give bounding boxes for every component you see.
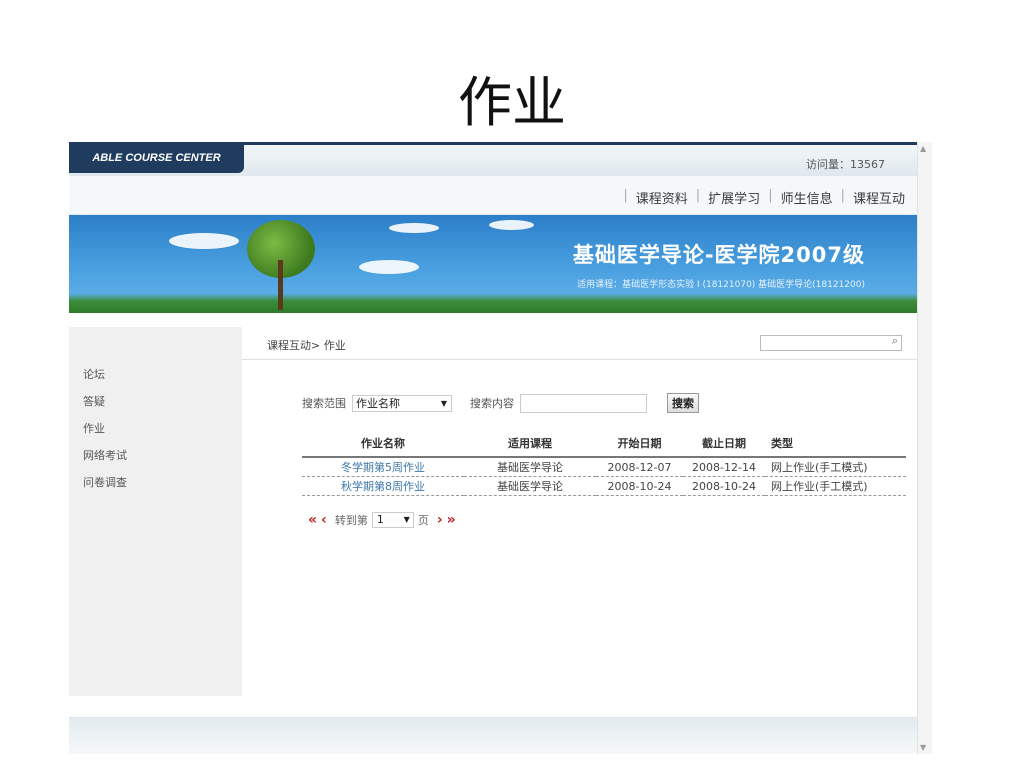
next-page-icon[interactable]: › <box>437 512 443 528</box>
page-select[interactable]: 1 ▼ <box>371 512 414 528</box>
course-banner: 基础医学导论-医学院2007级 适用课程：基础医学形态实验 I (1812107… <box>69 215 917 313</box>
page-footer <box>69 717 917 754</box>
page-select-value: 1 <box>376 513 384 526</box>
search-form: 搜索范围 作业名称 ▼ 搜索内容 搜索 <box>302 393 699 413</box>
nav-teacher-student-info[interactable]: 师生信息 <box>781 188 833 207</box>
scope-select[interactable]: 作业名称 ▼ <box>352 394 452 412</box>
homework-link[interactable]: 秋学期第8周作业 <box>302 476 464 496</box>
sidebar: 论坛 答疑 作业 网络考试 问卷调查 <box>69 327 242 696</box>
page-unit-label: 页 <box>417 514 429 527</box>
cloud-decoration <box>169 233 239 249</box>
cell-course: 基础医学导论 <box>464 476 596 496</box>
visit-counter: 访问量：13567 <box>806 158 885 171</box>
col-course: 适用课程 <box>464 430 596 458</box>
slide-title: 作业 <box>458 71 566 134</box>
cell-type: 网上作业(手工模式) <box>765 476 906 496</box>
nav-separator: | <box>840 188 845 203</box>
sidebar-item-online-exam[interactable]: 网络考试 <box>83 442 127 469</box>
chevron-down-icon: ▼ <box>403 515 410 524</box>
homework-table: 作业名称 适用课程 开始日期 截止日期 类型 冬学期第5周作业 基础医学导论 2… <box>302 430 906 496</box>
quick-search-input[interactable]: ⌕ <box>760 334 902 351</box>
breadcrumb: 课程互动> 作业 <box>267 339 346 352</box>
course-title: 基础医学导论-医学院2007级 <box>572 243 865 267</box>
breadcrumb-bar: 课程互动> 作业 ⌕ <box>242 327 917 360</box>
scope-label: 搜索范围 <box>302 397 346 410</box>
col-homework-name: 作业名称 <box>302 430 464 458</box>
sidebar-item-survey[interactable]: 问卷调查 <box>83 469 127 496</box>
cell-course: 基础医学导论 <box>464 457 596 477</box>
first-page-icon[interactable]: « <box>308 512 317 528</box>
col-start-date: 开始日期 <box>596 430 683 458</box>
nav-separator: | <box>768 188 773 203</box>
scope-select-value: 作业名称 <box>356 396 400 410</box>
cloud-decoration <box>359 260 419 274</box>
homework-link[interactable]: 冬学期第5周作业 <box>302 457 464 477</box>
scroll-up-icon[interactable]: ▲ <box>920 144 926 153</box>
table-row: 冬学期第5周作业 基础医学导论 2008-12-07 2008-12-14 网上… <box>302 457 906 477</box>
content-label: 搜索内容 <box>470 397 514 410</box>
top-bar: ABLE COURSE CENTER 访问量：13567 <box>69 142 917 176</box>
cloud-decoration <box>389 223 439 233</box>
cell-type: 网上作业(手工模式) <box>765 457 906 477</box>
cell-start-date: 2008-10-24 <box>596 476 683 496</box>
search-icon[interactable]: ⌕ <box>892 334 898 348</box>
table-row: 秋学期第8周作业 基础医学导论 2008-10-24 2008-10-24 网上… <box>302 476 906 496</box>
scroll-down-icon[interactable]: ▼ <box>920 743 926 752</box>
sidebar-item-homework[interactable]: 作业 <box>83 415 127 442</box>
col-type: 类型 <box>765 430 906 458</box>
sidebar-item-qa[interactable]: 答疑 <box>83 388 127 415</box>
sidebar-item-forum[interactable]: 论坛 <box>83 361 127 388</box>
col-end-date: 截止日期 <box>683 430 765 458</box>
prev-page-icon[interactable]: ‹ <box>321 512 327 528</box>
goto-label: 转到第 <box>334 514 368 527</box>
nav-separator: | <box>695 188 701 203</box>
vertical-scrollbar[interactable]: ▲ ▼ <box>917 142 932 754</box>
table-header-row: 作业名称 适用课程 开始日期 截止日期 类型 <box>302 430 906 458</box>
course-subtitle: 适用课程：基础医学形态实验 I (18121070) 基础医学导论(181212… <box>577 280 865 290</box>
last-page-icon[interactable]: » <box>447 512 456 528</box>
nav-separator: | <box>623 188 628 203</box>
cell-end-date: 2008-10-24 <box>683 476 765 496</box>
cell-start-date: 2008-12-07 <box>596 457 683 477</box>
nav-course-materials[interactable]: 课程资料 <box>636 188 688 207</box>
pagination: « ‹ 转到第 1 ▼ 页 › » <box>308 512 460 528</box>
site-logo[interactable]: ABLE COURSE CENTER <box>69 145 244 173</box>
search-button[interactable]: 搜索 <box>667 393 699 413</box>
cell-end-date: 2008-12-14 <box>683 457 765 477</box>
main-nav: | 课程资料 | 扩展学习 | 师生信息 | 课程互动 <box>69 176 917 215</box>
nav-extended-learning[interactable]: 扩展学习 <box>708 188 760 207</box>
tree-trunk <box>278 260 283 310</box>
chevron-down-icon: ▼ <box>440 398 447 408</box>
browser-screenshot: ABLE COURSE CENTER 访问量：13567 | 课程资料 | 扩展… <box>69 142 917 754</box>
cloud-decoration <box>489 220 534 230</box>
content-search-input[interactable] <box>520 393 647 413</box>
nav-course-interaction[interactable]: 课程互动 <box>853 188 905 207</box>
